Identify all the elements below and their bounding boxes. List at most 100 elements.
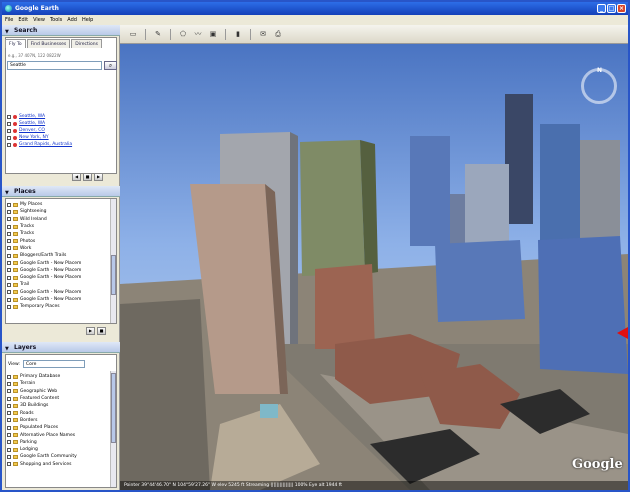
ruler-icon[interactable]: ▮ bbox=[232, 28, 244, 40]
checkbox-icon[interactable] bbox=[7, 403, 11, 408]
tree-item[interactable]: Roads bbox=[7, 409, 111, 416]
tree-item-label[interactable]: Google Earth - New Placem bbox=[20, 289, 81, 296]
search-panel-header[interactable]: ▼ Search bbox=[2, 25, 120, 36]
checkbox-icon[interactable] bbox=[7, 142, 11, 147]
checkbox-icon[interactable] bbox=[7, 462, 11, 467]
tree-item[interactable]: Geographic Web bbox=[7, 388, 111, 395]
tree-item[interactable]: Tracks bbox=[7, 223, 111, 230]
menu-file[interactable]: File bbox=[5, 15, 13, 25]
checkbox-icon[interactable] bbox=[7, 239, 11, 244]
list-item[interactable]: Grand Rapids, Australia bbox=[7, 141, 115, 148]
tree-item-label[interactable]: Wild Ireland bbox=[20, 216, 47, 223]
tree-item[interactable]: Google Earth Community bbox=[7, 453, 111, 460]
play-tour-button[interactable]: ▶ bbox=[86, 327, 95, 335]
checkbox-icon[interactable] bbox=[7, 381, 11, 386]
tree-item-label[interactable]: Google Earth - New Placem bbox=[20, 267, 81, 274]
list-item[interactable]: New York, NY bbox=[7, 134, 115, 141]
tree-item[interactable]: My Places bbox=[7, 201, 111, 208]
tree-item[interactable]: Alternative Place Names bbox=[7, 431, 111, 438]
tree-item-label[interactable]: Parking bbox=[20, 439, 37, 446]
tree-item-label[interactable]: Populated Places bbox=[20, 424, 58, 431]
tree-item-label[interactable]: Google Earth - New Placem bbox=[20, 274, 81, 281]
tree-item-label[interactable]: Google Earth Community bbox=[20, 453, 77, 460]
checkbox-icon[interactable] bbox=[7, 411, 11, 416]
menu-edit[interactable]: Edit bbox=[18, 15, 28, 25]
tree-item-label[interactable]: Shopping and Services bbox=[20, 461, 71, 468]
compass-ring[interactable]: N bbox=[581, 67, 617, 104]
places-panel-header[interactable]: ▼ Places bbox=[2, 186, 120, 197]
tab-find-businesses[interactable]: Find Businesses bbox=[26, 39, 71, 48]
tree-item-label[interactable]: My Places bbox=[20, 201, 42, 208]
list-item[interactable]: Denver, CO bbox=[7, 127, 115, 134]
tree-item-label[interactable]: Bloggers/Earth Trails bbox=[20, 252, 66, 259]
checkbox-icon[interactable] bbox=[7, 297, 11, 302]
view-select[interactable]: Core bbox=[22, 360, 85, 368]
tree-item-label[interactable]: Featured Content bbox=[20, 395, 59, 402]
tree-item[interactable]: Work bbox=[7, 245, 111, 252]
result-label[interactable]: Denver, CO bbox=[19, 127, 45, 134]
tree-item-label[interactable]: Photos bbox=[20, 238, 35, 245]
tree-item-label[interactable]: Terrain bbox=[20, 380, 35, 387]
tree-item-label[interactable]: Temporary Places bbox=[20, 303, 60, 310]
checkbox-icon[interactable] bbox=[7, 261, 11, 266]
tree-item-label[interactable]: Google Earth - New Placem bbox=[20, 296, 81, 303]
checkbox-icon[interactable] bbox=[7, 224, 11, 229]
tree-item[interactable]: Google Earth - New Placem bbox=[7, 289, 111, 296]
checkbox-icon[interactable] bbox=[7, 389, 11, 394]
tree-item-label[interactable]: Lodging bbox=[20, 446, 38, 453]
checkbox-icon[interactable] bbox=[7, 396, 11, 401]
menu-view[interactable]: View bbox=[33, 15, 45, 25]
tree-item[interactable]: 3D Buildings bbox=[7, 402, 111, 409]
stop-button[interactable]: ■ bbox=[83, 173, 92, 181]
checkbox-icon[interactable] bbox=[7, 282, 11, 287]
result-label[interactable]: New York, NY bbox=[19, 134, 49, 141]
city-scene[interactable] bbox=[120, 44, 628, 490]
placemark-icon[interactable]: ✎ bbox=[152, 28, 164, 40]
checkbox-icon[interactable] bbox=[7, 209, 11, 214]
checkbox-icon[interactable] bbox=[7, 425, 11, 430]
list-item[interactable]: Seattle, WA bbox=[7, 120, 115, 127]
tree-item[interactable]: Parking bbox=[7, 439, 111, 446]
tree-item-label[interactable]: Borders bbox=[20, 417, 37, 424]
checkbox-icon[interactable] bbox=[7, 217, 11, 222]
tree-item-label[interactable]: Tracks bbox=[20, 223, 34, 230]
tree-item[interactable]: Lodging bbox=[7, 446, 111, 453]
checkbox-icon[interactable] bbox=[7, 202, 11, 207]
tree-item-label[interactable]: Roads bbox=[20, 410, 34, 417]
scrollbar-thumb[interactable] bbox=[111, 255, 116, 295]
close-button[interactable]: × bbox=[617, 4, 626, 13]
tree-item-label[interactable]: Alternative Place Names bbox=[20, 432, 75, 439]
minimize-button[interactable]: _ bbox=[597, 4, 606, 13]
checkbox-icon[interactable] bbox=[7, 447, 11, 452]
tree-item-label[interactable]: Work bbox=[20, 245, 31, 252]
tree-item[interactable]: Temporary Places bbox=[7, 303, 111, 310]
menu-help[interactable]: Help bbox=[82, 15, 93, 25]
tree-item-label[interactable]: Sightseeing bbox=[20, 208, 46, 215]
next-button[interactable]: ▶ bbox=[94, 173, 103, 181]
checkbox-icon[interactable] bbox=[7, 304, 11, 309]
checkbox-icon[interactable] bbox=[7, 231, 11, 236]
tree-item[interactable]: Featured Content bbox=[7, 395, 111, 402]
checkbox-icon[interactable] bbox=[7, 433, 11, 438]
checkbox-icon[interactable] bbox=[7, 121, 11, 126]
tree-item[interactable]: Google Earth - New Placem bbox=[7, 274, 111, 281]
tree-item-label[interactable]: Google Earth - New Placem bbox=[20, 260, 81, 267]
checkbox-icon[interactable] bbox=[7, 418, 11, 423]
tree-item[interactable]: Tracks bbox=[7, 230, 111, 237]
list-item[interactable]: Seattle, WA bbox=[7, 113, 115, 120]
tree-item-label[interactable]: Trail bbox=[20, 281, 29, 288]
prev-button[interactable]: ◀ bbox=[72, 173, 81, 181]
result-label[interactable]: Seattle, WA bbox=[19, 113, 45, 120]
sidebar-toggle-icon[interactable]: ▭ bbox=[127, 28, 139, 40]
tree-item[interactable]: Google Earth - New Placem bbox=[7, 267, 111, 274]
checkbox-icon[interactable] bbox=[7, 268, 11, 273]
maximize-button[interactable]: □ bbox=[607, 4, 616, 13]
menu-tools[interactable]: Tools bbox=[50, 15, 62, 25]
tree-item[interactable]: Populated Places bbox=[7, 424, 111, 431]
tree-item[interactable]: Shopping and Services bbox=[7, 461, 111, 468]
tab-fly-to[interactable]: Fly To bbox=[5, 39, 26, 48]
checkbox-icon[interactable] bbox=[7, 374, 11, 379]
tree-item-label[interactable]: Tracks bbox=[20, 230, 34, 237]
tree-item[interactable]: Photos bbox=[7, 237, 111, 244]
tree-item-label[interactable]: Primary Database bbox=[20, 373, 60, 380]
